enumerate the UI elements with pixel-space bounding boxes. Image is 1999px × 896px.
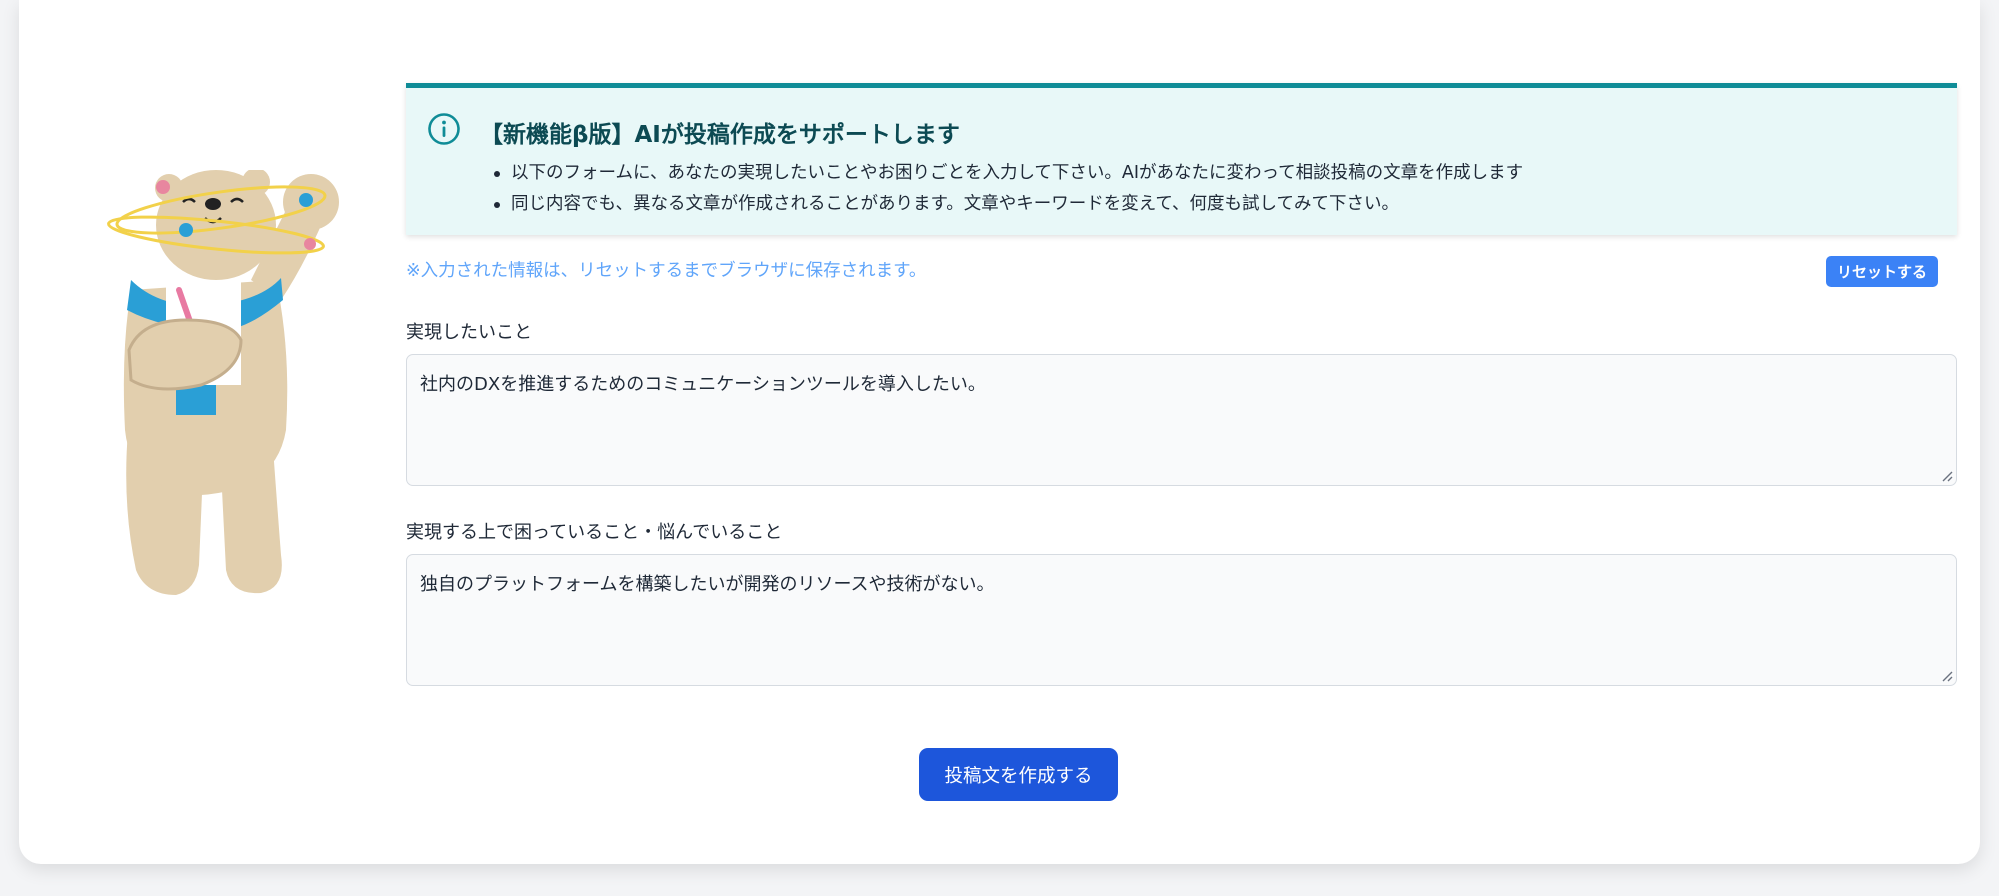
notice-bullet: 以下のフォームに、あなたの実現したいことやお困りごとを入力して下さい。AIがあな…	[493, 158, 1523, 189]
main-card: 【新機能β版】AIが投稿作成をサポートします 以下のフォームに、あなたの実現した…	[19, 0, 1980, 864]
notice-bullet-list: 以下のフォームに、あなたの実現したいことやお困りごとを入力して下さい。AIがあな…	[493, 158, 1523, 220]
resize-grip-icon[interactable]	[1941, 670, 1953, 682]
info-icon	[428, 113, 460, 145]
problem-textarea[interactable]: 独自のプラットフォームを構築したいが開発のリソースや技術がない。	[406, 554, 1957, 686]
create-post-button[interactable]: 投稿文を作成する	[919, 748, 1118, 801]
problem-field-label: 実現する上で困っていること・悩んでいること	[406, 522, 783, 543]
ai-support-form: 【新機能β版】AIが投稿作成をサポートします 以下のフォームに、あなたの実現した…	[406, 83, 1957, 281]
goal-textarea[interactable]: 社内のDXを推進するためのコミュニケーションツールを導入したい。	[406, 354, 1957, 486]
resize-grip-icon[interactable]	[1941, 470, 1953, 482]
reset-button[interactable]: リセットする	[1825, 256, 1938, 287]
notice-bullet: 同じ内容でも、異なる文章が作成されることがあります。文章やキーワードを変えて、何…	[493, 189, 1523, 220]
problem-textarea-value: 独自のプラットフォームを構築したいが開発のリソースや技術がない。	[420, 574, 995, 595]
goal-textarea-value: 社内のDXを推進するためのコミュニケーションツールを導入したい。	[420, 374, 986, 395]
goal-field-label: 実現したいこと	[406, 322, 532, 343]
notice-title: 【新機能β版】AIが投稿作成をサポートします	[480, 122, 960, 148]
beta-notice-banner: 【新機能β版】AIが投稿作成をサポートします 以下のフォームに、あなたの実現した…	[406, 83, 1957, 235]
bear-mascot-illustration	[107, 170, 339, 595]
storage-note: ※入力された情報は、リセットするまでブラウザに保存されます。	[406, 261, 927, 281]
